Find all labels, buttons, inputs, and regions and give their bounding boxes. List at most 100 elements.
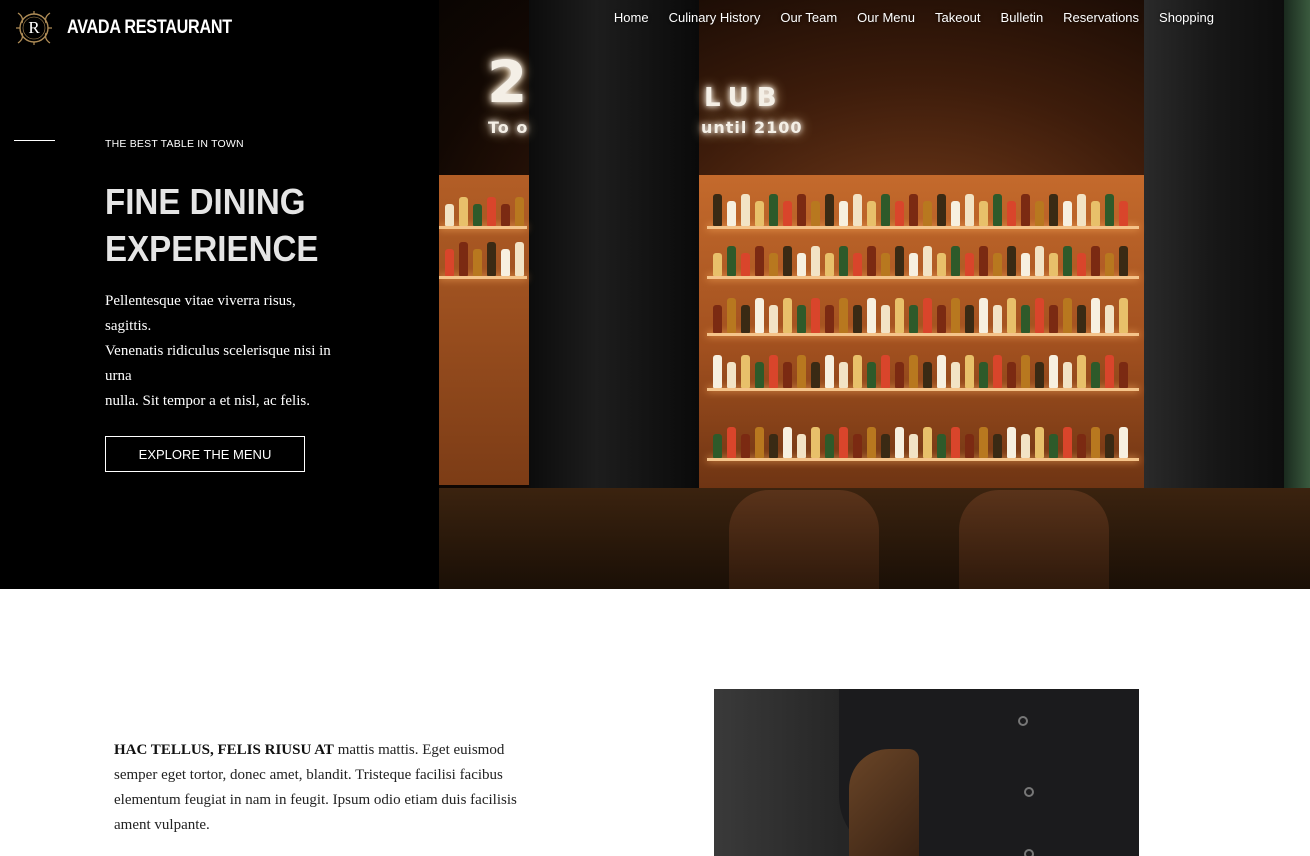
nav-shopping[interactable]: Shopping	[1159, 10, 1214, 25]
bottle	[951, 201, 960, 226]
bottle	[937, 305, 946, 333]
bottle	[825, 194, 834, 226]
bar-stool-2	[959, 490, 1109, 589]
shelf-light	[707, 458, 1139, 461]
hero-text-line-2: Venenatis ridiculus scelerisque nisi in …	[105, 343, 331, 384]
bottle	[769, 355, 778, 388]
neon-sign-number: 2	[487, 48, 531, 116]
nav-culinary-history[interactable]: Culinary History	[669, 10, 761, 25]
bottle	[1091, 298, 1100, 333]
bottle	[1007, 362, 1016, 388]
bottle	[923, 298, 932, 333]
bottle	[741, 194, 750, 226]
bottle	[1049, 434, 1058, 458]
bottle	[895, 362, 904, 388]
bottle	[937, 434, 946, 458]
neon-sign-sub-right: until 2100	[701, 118, 803, 137]
bottle	[727, 298, 736, 333]
bottle	[769, 253, 778, 276]
bottle	[923, 427, 932, 458]
hero-title-line-1: FINE DINING	[105, 181, 306, 222]
bottle	[951, 246, 960, 276]
bottle	[951, 298, 960, 333]
bottle	[1035, 246, 1044, 276]
nav-takeout[interactable]: Takeout	[935, 10, 981, 25]
bottle	[881, 434, 890, 458]
nav-home[interactable]: Home	[614, 10, 649, 25]
bottle	[459, 197, 468, 226]
bottle	[923, 362, 932, 388]
bottle	[783, 362, 792, 388]
bottle	[965, 253, 974, 276]
bottle	[1091, 201, 1100, 226]
bottle	[797, 305, 806, 333]
restaurant-crest-icon: R	[14, 9, 54, 47]
bottle	[937, 194, 946, 226]
shelf-light	[707, 388, 1139, 391]
bottle	[895, 298, 904, 333]
bottle	[881, 355, 890, 388]
bottle	[797, 253, 806, 276]
bottle	[867, 246, 876, 276]
bottle	[839, 362, 848, 388]
shelf-light	[439, 276, 527, 279]
bottle	[811, 298, 820, 333]
bar-stool-1	[729, 490, 879, 589]
bottle	[741, 253, 750, 276]
bottle	[1077, 434, 1086, 458]
bottle	[979, 298, 988, 333]
bottle	[1007, 246, 1016, 276]
bottle	[783, 246, 792, 276]
bottle	[895, 201, 904, 226]
bottle	[839, 201, 848, 226]
nav-our-menu[interactable]: Our Menu	[857, 10, 915, 25]
brand-name: AVADA RESTAURANT	[67, 17, 232, 38]
neon-sign-sub-left: To o	[488, 118, 529, 137]
bottle	[1035, 427, 1044, 458]
shirt-button-3	[1024, 849, 1034, 856]
bottle	[979, 362, 988, 388]
bottle	[909, 305, 918, 333]
bottle	[1105, 305, 1114, 333]
nav-reservations[interactable]: Reservations	[1063, 10, 1139, 25]
bottle	[825, 434, 834, 458]
main-nav: Home Culinary History Our Team Our Menu …	[614, 10, 1214, 25]
bottle	[965, 434, 974, 458]
bottle	[1063, 362, 1072, 388]
bottle	[755, 362, 764, 388]
shelf-light	[707, 226, 1139, 229]
hero-bar-photo: 2 LUB To o until 2100	[439, 0, 1310, 589]
bottle	[501, 204, 510, 226]
bottle	[1035, 201, 1044, 226]
bottle	[727, 246, 736, 276]
shirt-button-2	[1024, 787, 1034, 797]
bottle	[727, 427, 736, 458]
bottle	[1035, 298, 1044, 333]
hero-title: FINE DINING EXPERIENCE	[105, 178, 381, 272]
bottle	[769, 194, 778, 226]
bottle	[797, 434, 806, 458]
bottle	[1049, 355, 1058, 388]
explore-menu-button[interactable]: EXPLORE THE MENU	[105, 436, 305, 472]
bottle	[797, 355, 806, 388]
bottle	[459, 242, 468, 276]
bottle	[937, 253, 946, 276]
bottle	[1119, 427, 1128, 458]
bottle	[741, 305, 750, 333]
bottle	[867, 298, 876, 333]
bottle	[1091, 246, 1100, 276]
bottle	[487, 242, 496, 276]
hero-accent-line	[14, 140, 55, 141]
site-logo[interactable]: R AVADA RESTAURANT	[14, 9, 261, 47]
nav-our-team[interactable]: Our Team	[780, 10, 837, 25]
bottle	[1105, 355, 1114, 388]
hero-text-line-1: Pellentesque vitae viverra risus, sagitt…	[105, 293, 296, 334]
hero-text-line-3: nulla. Sit tempor a et nisl, ac felis.	[105, 393, 310, 409]
bottle	[755, 298, 764, 333]
intro-paragraph: HAC TELLUS, FELIS RIUSU AT mattis mattis…	[114, 738, 539, 838]
bottle	[993, 434, 1002, 458]
bottle	[811, 362, 820, 388]
shelf-light	[707, 276, 1139, 279]
nav-bulletin[interactable]: Bulletin	[1001, 10, 1044, 25]
hero-eyebrow: THE BEST TABLE IN TOWN	[105, 138, 244, 150]
